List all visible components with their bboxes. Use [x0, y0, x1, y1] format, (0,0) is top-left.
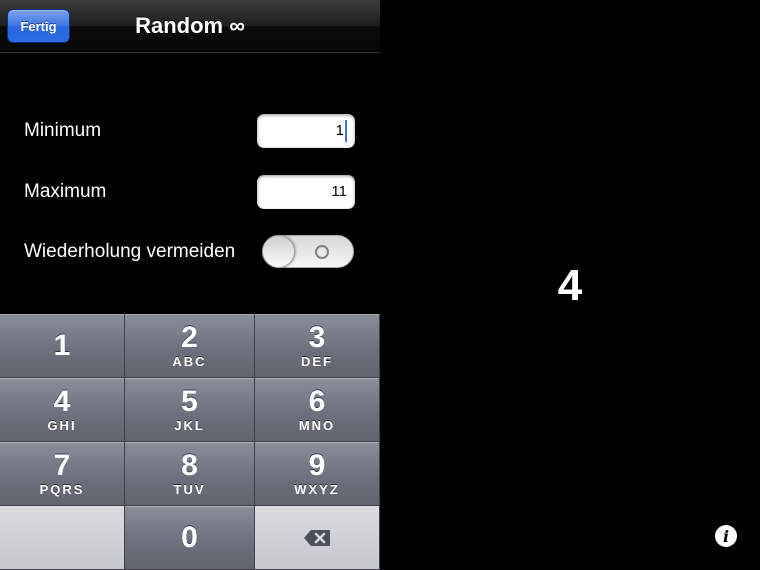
minimum-field[interactable]: 1	[257, 114, 355, 148]
key-1[interactable]: 1	[0, 314, 125, 378]
key-4[interactable]: 4 GHI	[0, 378, 125, 442]
toggle-knob[interactable]	[262, 235, 295, 268]
key-letters: DEF	[301, 354, 333, 369]
key-digit: 5	[181, 385, 198, 418]
key-letters: GHI	[47, 418, 77, 433]
avoid-repeat-toggle[interactable]	[262, 235, 354, 268]
backspace-icon	[303, 529, 331, 547]
done-button[interactable]: Fertig	[7, 9, 70, 43]
key-letters: WXYZ	[294, 482, 340, 497]
random-result: 4	[557, 261, 583, 310]
key-5[interactable]: 5 JKL	[125, 378, 255, 442]
key-7[interactable]: 7 PQRS	[0, 442, 125, 506]
delete-key[interactable]	[255, 506, 380, 570]
text-cursor	[345, 120, 347, 143]
key-digit: 7	[53, 449, 71, 482]
key-letters: PQRS	[39, 482, 85, 497]
toggle-off-icon	[315, 245, 329, 259]
key-2[interactable]: 2 ABC	[125, 314, 255, 378]
minimum-label: Minimum	[24, 120, 102, 141]
key-digit: 3	[308, 321, 326, 354]
key-digit: 2	[181, 321, 198, 354]
key-digit: 4	[53, 385, 71, 418]
key-digit: 1	[53, 328, 71, 362]
navigation-bar: Random ∞ Fertig	[0, 0, 380, 53]
key-0[interactable]: 0	[125, 506, 255, 570]
maximum-label: Maximum	[24, 181, 107, 202]
key-blank	[0, 506, 125, 570]
key-3[interactable]: 3 DEF	[255, 314, 380, 378]
key-digit: 0	[181, 520, 198, 554]
settings-panel: Random ∞ Fertig Minimum 1 Maximum 11 Wie…	[0, 0, 380, 570]
key-letters: JKL	[174, 418, 205, 433]
avoid-repeat-label: Wiederholung vermeiden	[24, 241, 236, 262]
key-digit: 9	[308, 449, 326, 482]
maximum-field[interactable]: 11	[257, 175, 355, 209]
key-9[interactable]: 9 WXYZ	[255, 442, 380, 506]
key-digit: 8	[181, 449, 198, 482]
info-icon[interactable]: i	[715, 525, 737, 547]
key-digit: 6	[308, 385, 326, 418]
minimum-value: 1	[335, 122, 344, 139]
key-letters: MNO	[298, 418, 336, 433]
key-letters: ABC	[172, 354, 207, 369]
number-keypad: 1 2 ABC 3 DEF 4 GHI 5 JKL 6 MNO 7 PQRS 8…	[0, 314, 380, 570]
key-letters: TUV	[173, 482, 206, 497]
key-6[interactable]: 6 MNO	[255, 378, 380, 442]
key-8[interactable]: 8 TUV	[125, 442, 255, 506]
